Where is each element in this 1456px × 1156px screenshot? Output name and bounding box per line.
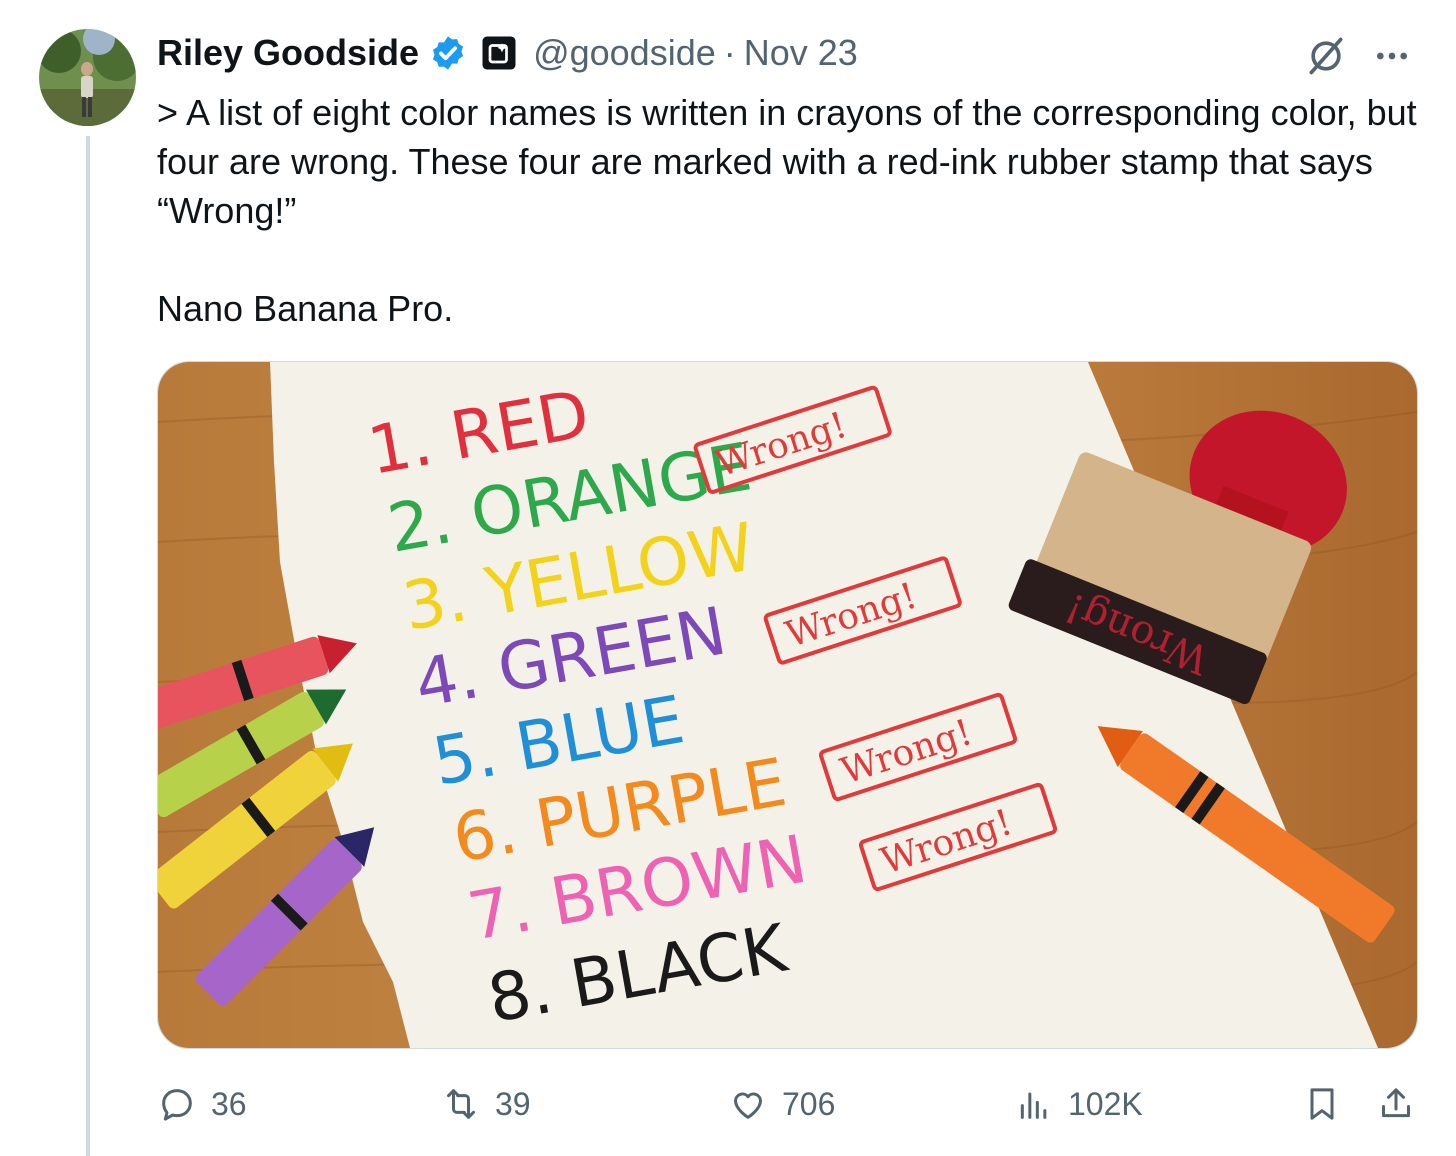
top-right-actions — [1304, 34, 1412, 78]
views-count: 102K — [1068, 1085, 1143, 1122]
bookmark-icon[interactable] — [1302, 1084, 1342, 1124]
like-count: 706 — [782, 1085, 836, 1122]
repost-button[interactable]: 39 — [441, 1080, 531, 1128]
tweet-header: Riley Goodside @goodside · Nov 23 — [157, 30, 858, 76]
author-handle[interactable]: @goodside — [533, 32, 716, 74]
tweet-model-text: Nano Banana Pro. — [157, 288, 454, 329]
more-icon[interactable] — [1372, 36, 1412, 76]
reply-count: 36 — [211, 1085, 247, 1122]
avatar[interactable] — [39, 29, 136, 126]
tweet-text: > A list of eight color names is written… — [157, 88, 1427, 333]
tweet-image[interactable]: 1. RED 2. ORANGE 3. YELLOW 4. GREEN 5. B… — [157, 361, 1418, 1049]
thread-line — [86, 136, 90, 1156]
verified-badge-icon — [433, 36, 464, 70]
like-button[interactable]: 706 — [728, 1080, 835, 1128]
views-icon — [1020, 1092, 1047, 1119]
tweet-actions: 36 39 706 102K — [157, 1080, 1416, 1128]
post-date[interactable]: Nov 23 — [744, 32, 858, 74]
reply-icon — [162, 1089, 192, 1121]
right-actions — [1302, 1080, 1416, 1128]
repost-icon — [447, 1089, 475, 1119]
views-button[interactable]: 102K — [1014, 1080, 1143, 1128]
author-name[interactable]: Riley Goodside — [157, 32, 419, 74]
reply-button[interactable]: 36 — [157, 1080, 247, 1128]
affiliate-badge-icon — [482, 36, 516, 70]
like-icon — [734, 1092, 762, 1119]
separator-dot: · — [723, 32, 736, 73]
tweet-prompt-text: > A list of eight color names is written… — [157, 92, 1427, 231]
grok-icon[interactable] — [1304, 34, 1348, 78]
repost-count: 39 — [495, 1085, 531, 1122]
share-icon[interactable] — [1376, 1084, 1416, 1124]
